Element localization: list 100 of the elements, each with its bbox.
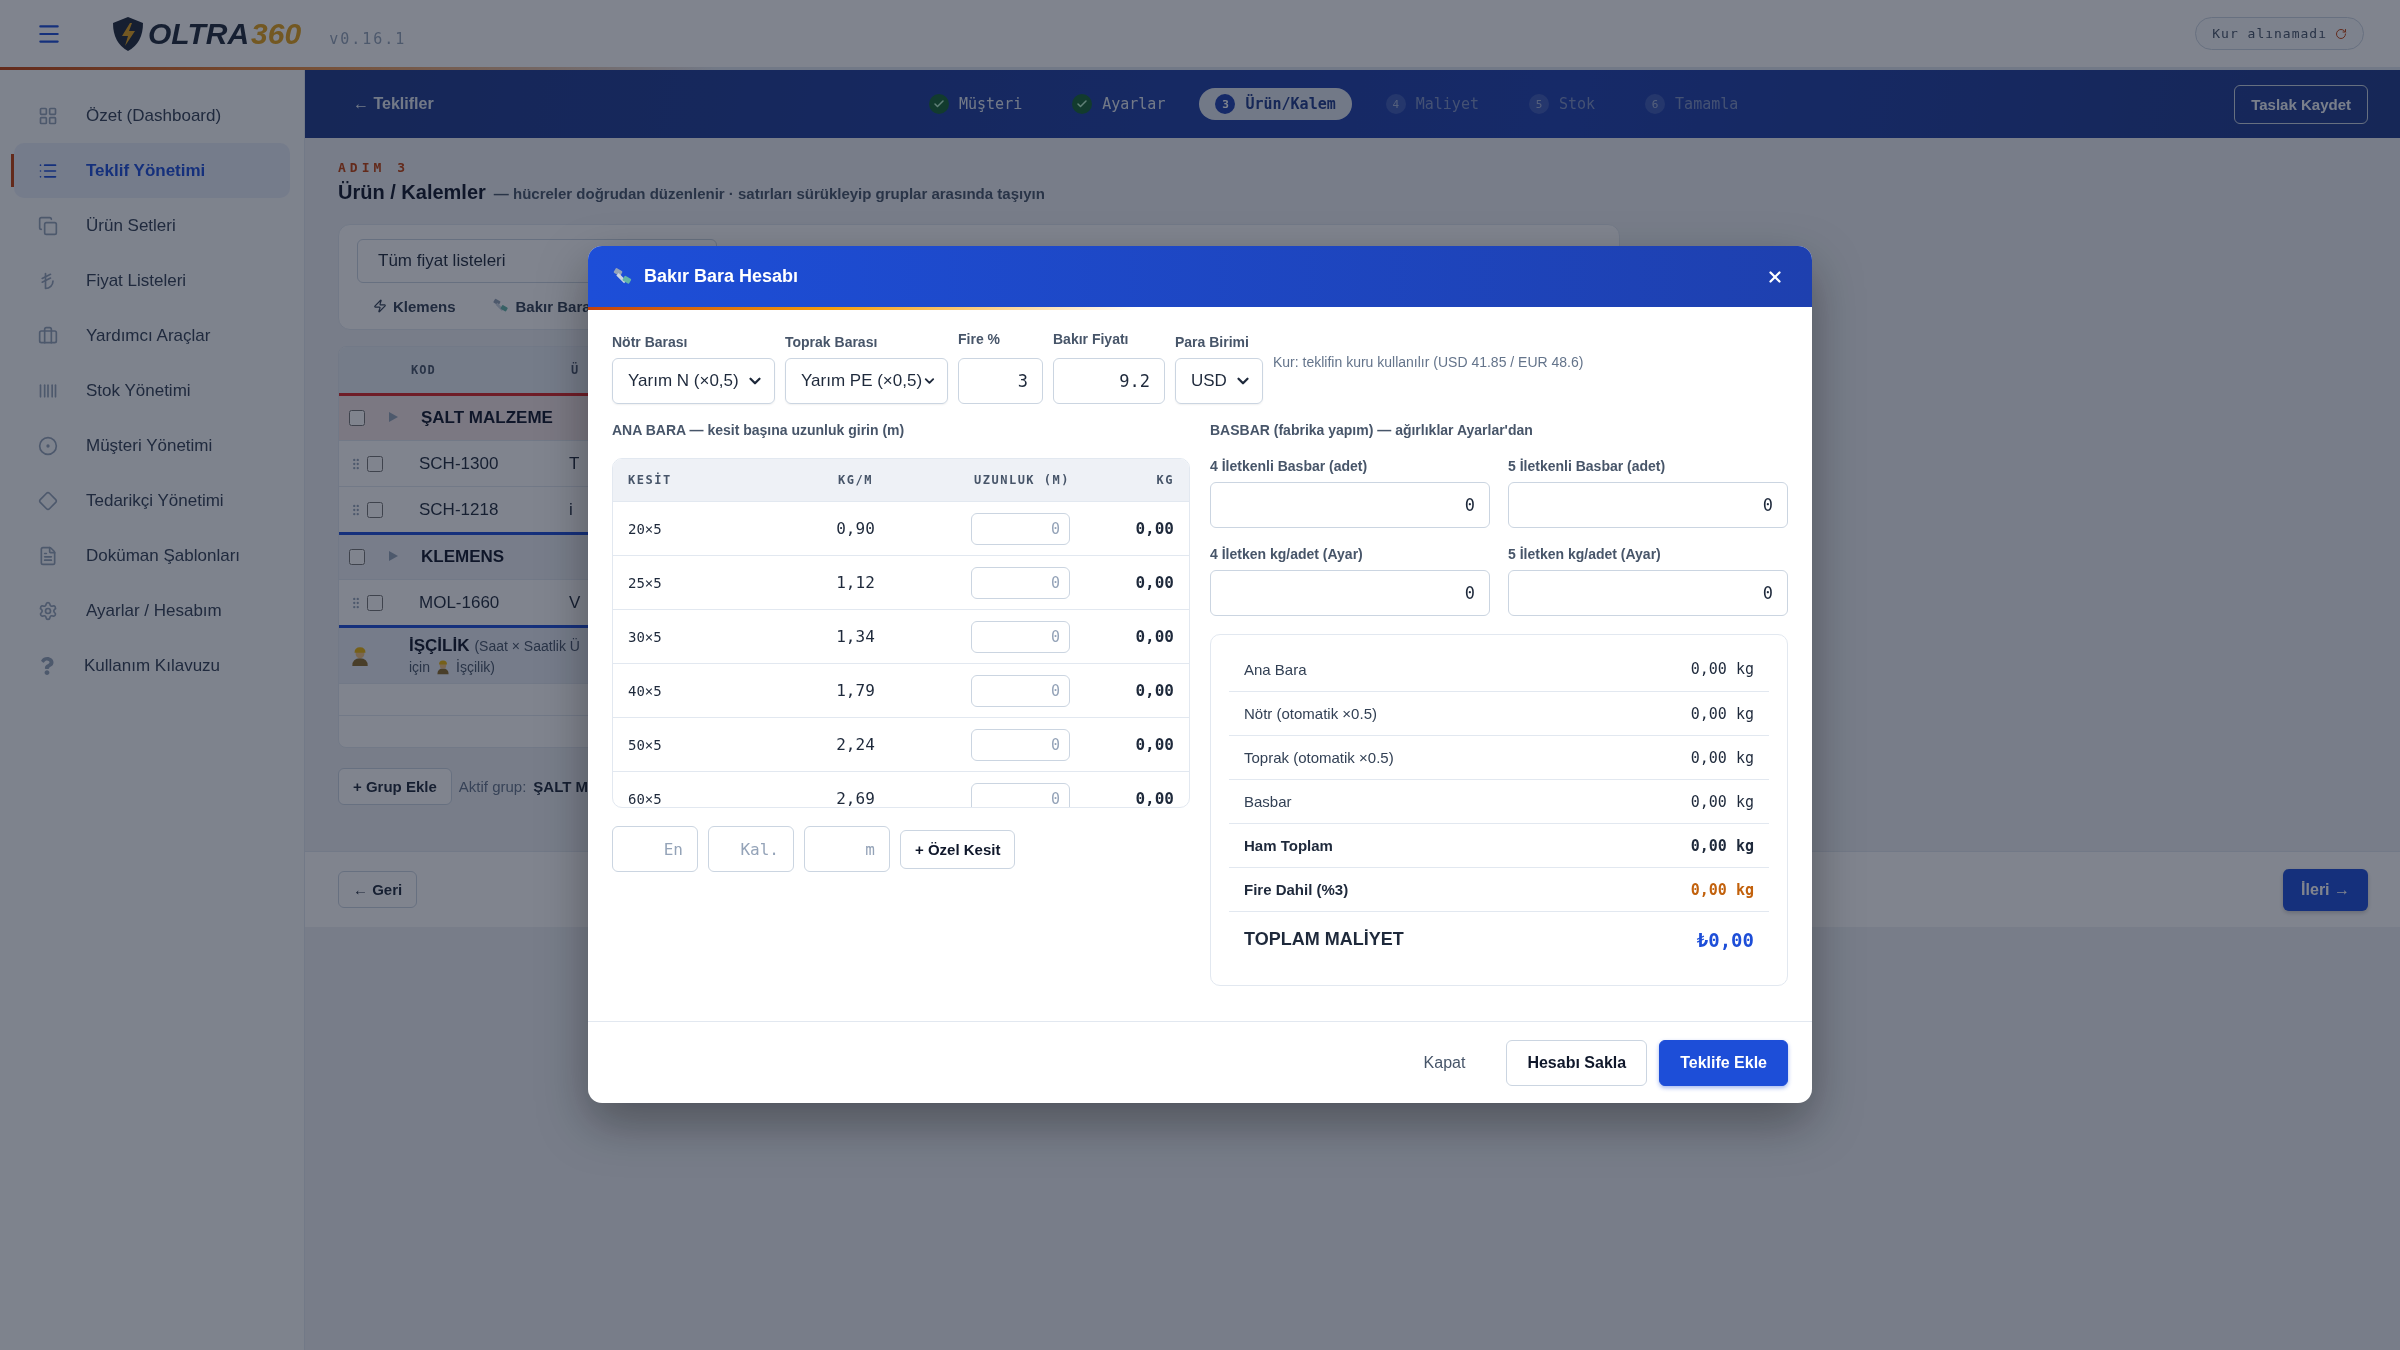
sidebar-item[interactable]: Yardımcı Araçlar — [14, 308, 290, 363]
sidebar-item[interactable]: Fiyat Listeleri — [14, 253, 290, 308]
table-cell: T — [569, 453, 580, 474]
summary-label: Basbar — [1244, 793, 1292, 810]
row-checkbox[interactable] — [367, 594, 383, 611]
sidebar-item[interactable]: Özet (Dashboard) — [14, 88, 290, 143]
stepper-step[interactable]: Ayarlar — [1056, 88, 1182, 120]
save-draft-button[interactable]: Taslak Kaydet — [2234, 84, 2368, 124]
sidebar-item[interactable]: Müşteri Yönetimi — [14, 418, 290, 473]
select-field[interactable]: Yarım PE (×0,5) — [785, 358, 948, 404]
close-button[interactable]: Kapat — [1402, 1039, 1487, 1086]
summary-value: 0,00 kg — [1690, 748, 1754, 767]
length-field[interactable]: 0 — [971, 620, 1070, 653]
number-field[interactable]: 0 — [1508, 570, 1788, 616]
weight-cell-text: 2,24 — [835, 735, 876, 754]
stepper-step[interactable]: Müşteri — [913, 88, 1039, 120]
back-button[interactable]: ← Geri — [338, 871, 418, 908]
number-field[interactable]: 0 — [1508, 482, 1788, 528]
row-checkbox[interactable] — [349, 549, 365, 565]
expand-icon[interactable] — [389, 412, 398, 424]
section-cell-text: 50×5 — [628, 736, 663, 753]
add-group-button[interactable]: + Grup Ekle — [338, 768, 452, 805]
sidebar-item[interactable]: Ayarlar / Hesabım — [14, 583, 290, 638]
worker-icon — [349, 644, 371, 667]
row-checkbox[interactable] — [367, 501, 383, 518]
expand-icon[interactable] — [389, 551, 398, 563]
field-label: 5 İletken kg/adet (Ayar) — [1508, 546, 1662, 562]
row-checkbox[interactable] — [349, 410, 365, 426]
add-custom-section-button[interactable]: + Özel Kesit — [900, 829, 1016, 869]
number-field[interactable]: 0 — [1210, 570, 1490, 616]
weight-cell-text: 0,90 — [835, 519, 876, 538]
settings-icon — [38, 600, 58, 621]
logo-icon — [110, 14, 146, 53]
logo-text: OLTRA — [148, 16, 250, 51]
quick-add-button[interactable]: Klemens — [373, 297, 456, 315]
sidebar-item[interactable]: Doküman Şablonları — [14, 528, 290, 583]
sidebar-item[interactable]: Teklif Yönetimi — [14, 143, 290, 198]
diamond-icon — [38, 490, 58, 511]
refresh-icon — [2335, 27, 2347, 40]
number-field[interactable]: 9.2 — [1053, 358, 1165, 404]
select-field[interactable]: USD — [1175, 358, 1263, 404]
code-cell: SCH-1300 — [419, 453, 499, 474]
sidebar-item[interactable]: Stok Yönetimi — [14, 363, 290, 418]
field-label: Para Birimi — [1175, 334, 1250, 350]
kg-cell-text: 0,00 — [1134, 519, 1174, 538]
column-header: KOD — [411, 363, 436, 377]
table-cell: V — [569, 592, 581, 613]
save-button[interactable]: Hesabı Sakla — [1506, 1039, 1648, 1086]
summary-value: 0,00 kg — [1690, 836, 1754, 855]
sidebar-item[interactable]: Tedarikçi Yönetimi — [14, 473, 290, 528]
logo-text: 360 — [251, 16, 302, 51]
length-field[interactable]: 0 — [971, 566, 1070, 599]
section-cell-text: 60×5 — [628, 790, 663, 807]
width-field[interactable]: En — [612, 826, 698, 872]
document-icon — [38, 545, 58, 566]
field-label: 5 İletkenli Basbar (adet) — [1508, 458, 1667, 474]
summary-label: TOPLAM MALİYET — [1244, 929, 1404, 950]
length-field[interactable]: 0 — [971, 782, 1070, 807]
column-header: KG/M — [837, 473, 874, 487]
code-cell: SCH-1218 — [419, 499, 499, 520]
page-subtitle: — hücreler doğrudan düzenlenir · satırları sürükleyip gruplar arasında taşıyın — [493, 185, 1045, 202]
labor-note: (Saat × Saatlik Ü — [474, 636, 580, 656]
add-to-quote-button[interactable]: Teklife Ekle — [1659, 1039, 1788, 1086]
back-link[interactable]: ← Teklifler — [353, 95, 913, 113]
field-label: 4 İletkenli Basbar (adet) — [1210, 458, 1369, 474]
briefcase-icon — [38, 325, 58, 346]
row-checkbox[interactable] — [367, 455, 383, 472]
weight-cell-text: 1,79 — [835, 681, 876, 700]
sidebar-item[interactable]: Ürün Setleri — [14, 198, 290, 253]
rate-status-button[interactable]: Kur alınamadı — [2195, 17, 2364, 50]
section-heading: BASBAR (fabrika yapım) — ağırlıklar Ayarlar'dan — [1210, 422, 1534, 438]
length-field[interactable]: 0 — [971, 512, 1070, 545]
bolt-icon — [373, 299, 387, 313]
labor-note: için — [409, 657, 430, 677]
field-label: Bakır Fiyatı — [1053, 331, 1130, 347]
page-title: Ürün / Kalemler — [338, 181, 486, 204]
check-icon — [1072, 94, 1093, 114]
help-icon — [38, 656, 56, 675]
number-field[interactable]: 3 — [958, 358, 1043, 404]
section-cell-text: 40×5 — [628, 682, 663, 699]
code-cell: MOL-1660 — [419, 592, 500, 613]
thickness-field[interactable]: Kal. — [708, 826, 794, 872]
summary-value: 0,00 kg — [1690, 880, 1754, 899]
number-field[interactable]: 0 — [1210, 482, 1490, 528]
length-field[interactable]: m — [804, 826, 890, 872]
summary-value: 0,00 kg — [1690, 792, 1754, 811]
length-field[interactable]: 0 — [971, 674, 1070, 707]
kg-cell-text: 0,00 — [1134, 573, 1174, 592]
summary-label: Nötr (otomatik ×0.5) — [1244, 705, 1377, 722]
length-field[interactable]: 0 — [971, 728, 1070, 761]
kg-cell-text: 0,00 — [1134, 627, 1174, 646]
table-cell: i — [569, 499, 573, 520]
rate-note: Kur: teklifin kuru kullanılır (USD 41.85 / EUR 48.6) — [1273, 354, 1584, 370]
next-button[interactable]: İleri → — [2283, 868, 2368, 911]
select-field[interactable]: Yarım N (×0,5) — [612, 358, 775, 404]
grid-icon — [38, 105, 58, 126]
stepper-step[interactable]: 3 Ürün/Kalem — [1199, 88, 1352, 120]
sidebar-item[interactable]: Kullanım Kılavuzu — [14, 638, 290, 693]
summary-value: 0,00 kg — [1690, 704, 1754, 723]
section-heading: ANA BARA — kesit başına uzunluk girin (m) — [612, 422, 906, 438]
